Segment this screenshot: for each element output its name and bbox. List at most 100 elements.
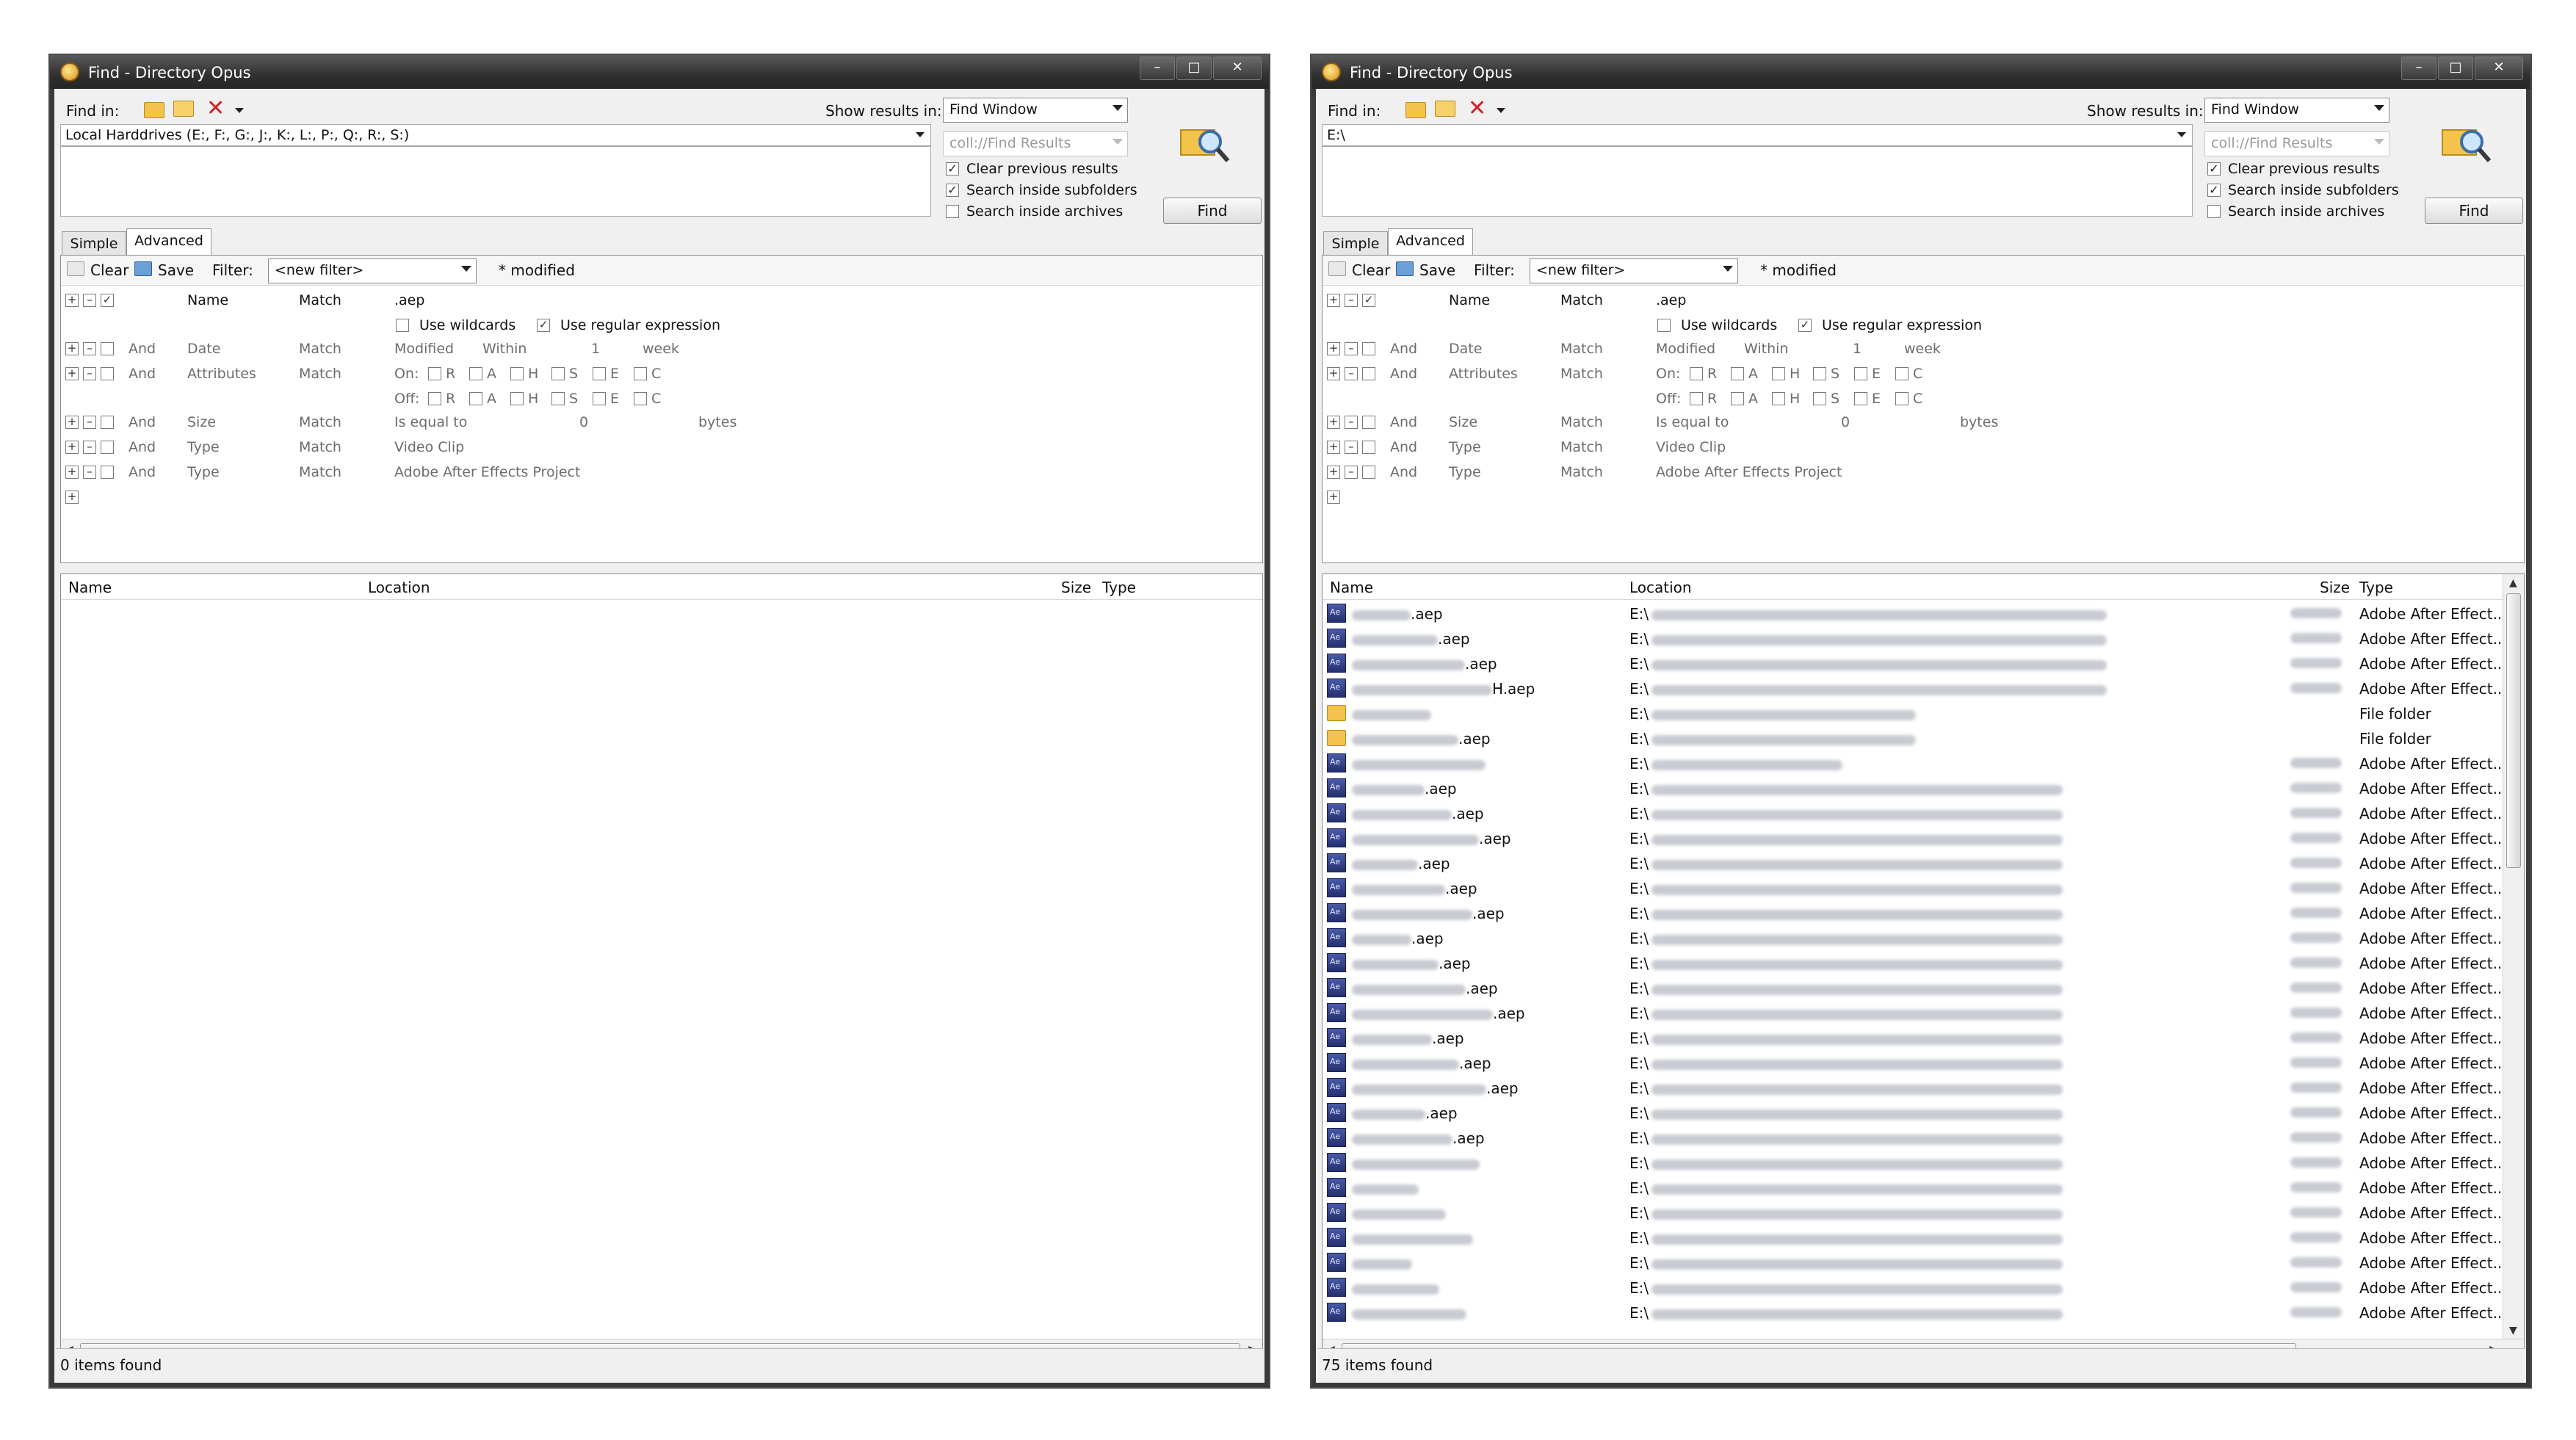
- attribute-checkbox[interactable]: [1772, 367, 1785, 380]
- browse-folder-icon[interactable]: [1435, 101, 1455, 117]
- attribute-checkbox[interactable]: [1690, 367, 1703, 380]
- list-item[interactable]: .aep E:\ Adobe After Effect...: [1323, 800, 2507, 825]
- list-item[interactable]: .aep E:\ Adobe After Effect...: [1323, 1025, 2507, 1050]
- criteria-checkbox[interactable]: [101, 416, 114, 429]
- criteria-checkbox[interactable]: ✓: [1362, 294, 1375, 307]
- tab-advanced[interactable]: Advanced: [126, 228, 211, 255]
- list-item[interactable]: .aep E:\ Adobe After Effect...: [1323, 875, 2507, 900]
- attribute-checkbox[interactable]: [1854, 392, 1867, 405]
- list-item[interactable]: .aep E:\ Adobe After Effect...: [1323, 1000, 2507, 1025]
- maximize-button[interactable]: □: [2438, 57, 2473, 80]
- add-criteria-icon[interactable]: +: [65, 416, 79, 429]
- remove-criteria-icon[interactable]: –: [1345, 342, 1358, 355]
- list-item[interactable]: E:\ Adobe After Effect...: [1323, 1250, 2507, 1275]
- remove-criteria-icon[interactable]: –: [1345, 294, 1358, 307]
- list-item[interactable]: E:\ File folder: [1323, 701, 2502, 726]
- find-in-list[interactable]: [1322, 146, 2193, 217]
- find-in-combobox[interactable]: Local Harddrives (E:, F:, G:, J:, K:, L:…: [60, 124, 931, 146]
- criteria-checkbox[interactable]: [1362, 367, 1375, 380]
- folder-icon[interactable]: [144, 102, 164, 118]
- use-wildcards-checkbox[interactable]: [396, 319, 409, 332]
- column-type[interactable]: Type: [1102, 579, 1136, 596]
- save-icon[interactable]: [134, 261, 152, 276]
- find-in-list[interactable]: [60, 146, 931, 217]
- filter-select[interactable]: <new filter>: [268, 258, 477, 283]
- results-list[interactable]: Name Location Size Type ◀ ▶: [60, 574, 1263, 1362]
- criteria-checkbox[interactable]: [1362, 342, 1375, 355]
- search-subfolders-checkbox[interactable]: ✓: [946, 184, 959, 197]
- list-item[interactable]: E:\ Adobe After Effect...: [1323, 1275, 2507, 1300]
- add-criteria-icon[interactable]: +: [65, 466, 79, 479]
- add-criteria-icon[interactable]: +: [65, 367, 79, 380]
- list-item[interactable]: E:\ Adobe After Effect...: [1323, 1175, 2507, 1200]
- list-item[interactable]: .aep E:\ Adobe After Effect...: [1323, 651, 2507, 676]
- attribute-checkbox[interactable]: [1854, 367, 1867, 380]
- browse-folder-icon[interactable]: [173, 101, 194, 117]
- column-location[interactable]: Location: [368, 579, 430, 596]
- list-item[interactable]: .aep E:\ File folder: [1323, 726, 2502, 750]
- use-regex-checkbox[interactable]: ✓: [1798, 319, 1812, 332]
- attribute-checkbox[interactable]: [1772, 392, 1785, 405]
- attribute-checkbox[interactable]: [1813, 392, 1826, 405]
- column-size[interactable]: Size: [2320, 579, 2350, 596]
- find-button[interactable]: Find: [1163, 198, 1262, 224]
- clear-button[interactable]: Clear: [90, 261, 129, 279]
- criteria-checkbox[interactable]: [1362, 441, 1375, 454]
- list-item[interactable]: .aep E:\ Adobe After Effect...: [1323, 1100, 2507, 1125]
- attribute-checkbox[interactable]: [510, 367, 524, 380]
- find-in-combobox[interactable]: E:\: [1322, 124, 2193, 146]
- tab-simple[interactable]: Simple: [1323, 231, 1388, 255]
- search-archives-checkbox[interactable]: [946, 205, 959, 218]
- attribute-checkbox[interactable]: [634, 367, 647, 380]
- criteria-checkbox[interactable]: [1362, 416, 1375, 429]
- attribute-checkbox[interactable]: [593, 392, 606, 405]
- list-item[interactable]: .aep E:\ Adobe After Effect...: [1323, 900, 2507, 925]
- results-list[interactable]: Name Location Size Type .aep E:\ Adobe Aft…: [1322, 574, 2525, 1362]
- add-criteria-icon[interactable]: +: [65, 294, 79, 307]
- save-icon[interactable]: [1396, 261, 1414, 276]
- list-item[interactable]: H.aep E:\ Adobe After Effect...: [1323, 676, 2507, 701]
- minimize-button[interactable]: –: [2401, 57, 2436, 80]
- list-item[interactable]: .aep E:\ Adobe After Effect...: [1323, 601, 2507, 626]
- find-button[interactable]: Find: [2425, 198, 2523, 224]
- filter-select[interactable]: <new filter>: [1530, 258, 1738, 283]
- clear-icon[interactable]: [67, 261, 84, 276]
- add-criteria-icon[interactable]: +: [1327, 367, 1340, 380]
- add-criteria-icon[interactable]: +: [65, 491, 79, 504]
- remove-criteria-icon[interactable]: –: [83, 367, 96, 380]
- attribute-checkbox[interactable]: [1895, 392, 1909, 405]
- search-subfolders-checkbox[interactable]: ✓: [2207, 184, 2221, 197]
- list-item[interactable]: .aep E:\ Adobe After Effect...: [1323, 1075, 2507, 1100]
- attribute-checkbox[interactable]: [551, 367, 565, 380]
- save-button[interactable]: Save: [158, 261, 194, 279]
- tab-simple[interactable]: Simple: [62, 231, 126, 255]
- criteria-checkbox[interactable]: [101, 441, 114, 454]
- attribute-checkbox[interactable]: [428, 367, 441, 380]
- list-item[interactable]: E:\ Adobe After Effect...: [1323, 750, 2507, 775]
- list-item[interactable]: E:\ Adobe After Effect...: [1323, 1150, 2507, 1175]
- remove-criteria-icon[interactable]: –: [1345, 416, 1358, 429]
- clear-location-icon[interactable]: ✕: [206, 98, 225, 120]
- criteria-checkbox[interactable]: [101, 342, 114, 355]
- attribute-checkbox[interactable]: [469, 367, 482, 380]
- list-item[interactable]: E:\ Adobe After Effect...: [1323, 1200, 2507, 1225]
- close-button[interactable]: ✕: [2475, 57, 2523, 80]
- list-item[interactable]: E:\ Adobe After Effect...: [1323, 1225, 2507, 1250]
- clear-icon[interactable]: [1328, 261, 1346, 276]
- remove-criteria-icon[interactable]: –: [83, 342, 96, 355]
- clear-previous-checkbox[interactable]: ✓: [946, 162, 959, 176]
- criteria-checkbox[interactable]: [1362, 466, 1375, 479]
- attribute-checkbox[interactable]: [634, 392, 647, 405]
- add-criteria-icon[interactable]: +: [1327, 416, 1340, 429]
- clear-previous-checkbox[interactable]: ✓: [2207, 162, 2221, 176]
- list-item[interactable]: .aep E:\ Adobe After Effect...: [1323, 825, 2507, 850]
- show-results-select[interactable]: Find Window: [943, 98, 1128, 123]
- list-item[interactable]: .aep E:\ Adobe After Effect...: [1323, 850, 2507, 875]
- add-criteria-icon[interactable]: +: [1327, 441, 1340, 454]
- column-location[interactable]: Location: [1629, 579, 1692, 596]
- remove-criteria-icon[interactable]: –: [1345, 466, 1358, 479]
- clear-button[interactable]: Clear: [1352, 261, 1390, 279]
- remove-criteria-icon[interactable]: –: [83, 441, 96, 454]
- list-item[interactable]: E:\ Adobe After Effect...: [1323, 1300, 2507, 1325]
- list-item[interactable]: .aep E:\ Adobe After Effect...: [1323, 975, 2507, 1000]
